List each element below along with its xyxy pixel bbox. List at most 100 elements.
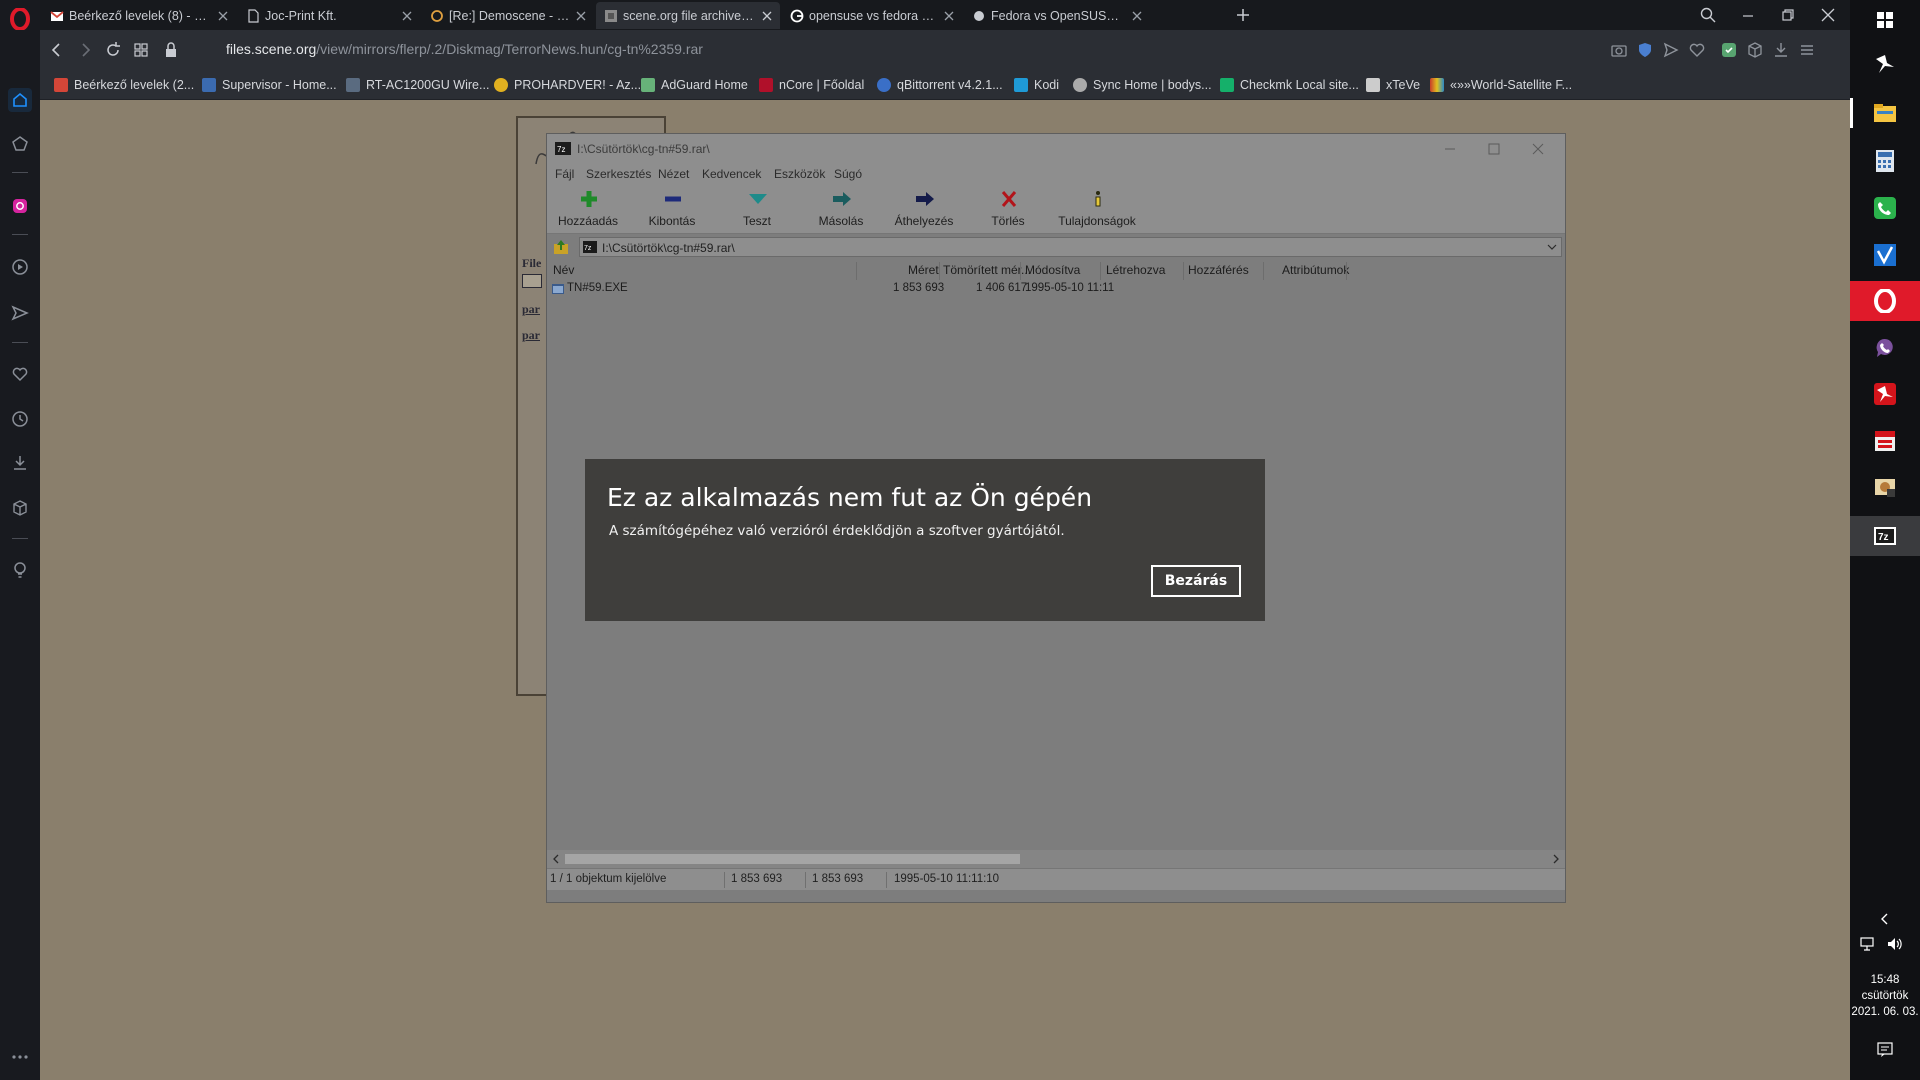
sevenzip-taskbar-icon[interactable]: 7z bbox=[1870, 521, 1900, 551]
extensions-icon[interactable] bbox=[8, 496, 32, 520]
menu-file[interactable]: Fájl bbox=[555, 167, 574, 181]
path-input[interactable]: 7z I:\Csütörtök\cg-tn#59.rar\ bbox=[579, 237, 1562, 257]
camera-icon[interactable] bbox=[1610, 41, 1628, 59]
tiles-icon[interactable] bbox=[132, 41, 150, 59]
opera-icon[interactable] bbox=[1870, 286, 1900, 316]
tab-scene-org[interactable]: scene.org file archive :: cg- bbox=[596, 2, 780, 29]
speed-dial-icon[interactable] bbox=[8, 88, 32, 112]
bookmark-heart-icon[interactable] bbox=[1688, 41, 1706, 59]
column-attributes[interactable]: Attribútumok bbox=[1282, 263, 1349, 277]
vnc-icon[interactable] bbox=[1870, 240, 1900, 270]
photo-app-icon[interactable] bbox=[1870, 472, 1900, 502]
forward-icon[interactable] bbox=[76, 41, 94, 59]
close-tab-icon[interactable] bbox=[1132, 11, 1142, 21]
bookmark-item[interactable]: nCore | Főoldal bbox=[759, 77, 864, 93]
bookmark-item[interactable]: «»»World-Satellite F... bbox=[1430, 77, 1572, 93]
menu-view[interactable]: Nézet bbox=[658, 167, 689, 181]
phone-app-icon[interactable] bbox=[1870, 193, 1900, 223]
bookmark-item[interactable]: Checkmk Local site... bbox=[1220, 77, 1359, 93]
close-tab-icon[interactable] bbox=[944, 11, 954, 21]
minimize-icon[interactable] bbox=[1443, 142, 1457, 156]
start-icon[interactable] bbox=[1870, 5, 1900, 35]
column-created[interactable]: Létrehozva bbox=[1106, 263, 1165, 277]
scroll-thumb[interactable] bbox=[565, 854, 1020, 864]
adguard-icon[interactable] bbox=[1720, 41, 1738, 59]
file-explorer-icon[interactable] bbox=[1850, 98, 1900, 128]
tab-gmail[interactable]: Beérkező levelek (8) - body bbox=[42, 2, 236, 29]
shield-icon[interactable] bbox=[1636, 41, 1654, 59]
volume-icon[interactable] bbox=[1886, 936, 1904, 952]
bookmark-item[interactable]: Beérkező levelek (2... bbox=[54, 77, 194, 93]
search-tabs-icon[interactable] bbox=[1700, 7, 1716, 23]
viber-icon[interactable] bbox=[1870, 332, 1900, 362]
close-window-icon[interactable] bbox=[1820, 7, 1836, 23]
test-button[interactable]: Teszt bbox=[717, 188, 797, 232]
reload-icon[interactable] bbox=[104, 41, 122, 59]
restore-icon[interactable] bbox=[1780, 7, 1796, 23]
sevenzip-titlebar[interactable]: 7z I:\Csütörtök\cg-tn#59.rar\ bbox=[547, 134, 1565, 164]
scroll-left-icon[interactable] bbox=[551, 854, 561, 864]
column-name[interactable]: Név bbox=[553, 263, 574, 277]
chevron-left-icon[interactable] bbox=[1878, 912, 1892, 926]
add-button[interactable]: Hozzáadás bbox=[548, 188, 628, 232]
close-tab-icon[interactable] bbox=[402, 11, 412, 21]
menu-help[interactable]: Súgó bbox=[834, 167, 862, 181]
send-icon[interactable] bbox=[1662, 41, 1680, 59]
tab-demoscene[interactable]: [Re:] Demoscene - Revision bbox=[422, 2, 594, 29]
bookmark-item[interactable]: Sync Home | bodys... bbox=[1073, 77, 1212, 93]
close-tab-icon[interactable] bbox=[218, 11, 228, 21]
clock-time[interactable]: 15:48 bbox=[1850, 974, 1920, 986]
tab-google-search[interactable]: opensuse vs fedora - Goog bbox=[782, 2, 962, 29]
folder-up-icon[interactable] bbox=[553, 239, 569, 255]
horizontal-scrollbar[interactable] bbox=[547, 850, 1565, 868]
close-tab-icon[interactable] bbox=[762, 11, 772, 21]
maximize-icon[interactable] bbox=[1487, 142, 1501, 156]
news-icon[interactable] bbox=[8, 132, 32, 156]
tab-joc-print[interactable]: Joc-Print Kft. bbox=[238, 2, 420, 29]
schedule-app-icon[interactable] bbox=[1870, 426, 1900, 456]
instagram-icon[interactable] bbox=[8, 194, 32, 218]
bookmark-item[interactable]: Supervisor - Home... bbox=[202, 77, 337, 93]
notification-icon[interactable] bbox=[1877, 1042, 1893, 1058]
downloads-icon[interactable] bbox=[8, 451, 32, 475]
minimize-icon[interactable] bbox=[1740, 7, 1756, 23]
more-icon[interactable] bbox=[10, 1052, 30, 1062]
url-field[interactable]: files.scene.org/view/mirrors/flerp/.2/Di… bbox=[226, 41, 703, 57]
delete-button[interactable]: Törlés bbox=[968, 188, 1048, 232]
new-tab-icon[interactable] bbox=[1234, 6, 1252, 24]
close-icon[interactable] bbox=[1531, 142, 1545, 156]
menu-tools[interactable]: Eszközök bbox=[774, 167, 825, 181]
calculator-icon[interactable] bbox=[1870, 146, 1900, 176]
history-icon[interactable] bbox=[8, 407, 32, 431]
lightbulb-icon[interactable] bbox=[8, 558, 32, 582]
chevron-down-icon[interactable] bbox=[1547, 243, 1557, 251]
column-accessed[interactable]: Hozzáférés bbox=[1188, 263, 1249, 277]
tab-fedora-opensuse[interactable]: Fedora vs OpenSUSE: Simil bbox=[964, 2, 1150, 29]
extract-button[interactable]: Kibontás bbox=[632, 188, 712, 232]
bookmark-item[interactable]: PROHARDVER! - Az... bbox=[494, 77, 641, 93]
properties-button[interactable]: Tulajdonságok bbox=[1052, 188, 1142, 232]
acrobat-icon[interactable] bbox=[1870, 49, 1900, 79]
close-tab-icon[interactable] bbox=[576, 11, 586, 21]
menu-favorites[interactable]: Kedvencek bbox=[702, 167, 761, 181]
lock-icon[interactable] bbox=[162, 41, 180, 59]
bookmark-item[interactable]: RT-AC1200GU Wire... bbox=[346, 77, 489, 93]
flow-icon[interactable] bbox=[8, 301, 32, 325]
adobe-reader-icon[interactable] bbox=[1870, 379, 1900, 409]
player-icon[interactable] bbox=[8, 255, 32, 279]
column-size[interactable]: Méret bbox=[908, 263, 939, 277]
bookmark-item[interactable]: AdGuard Home bbox=[641, 77, 748, 93]
move-button[interactable]: Áthelyezés bbox=[884, 188, 964, 232]
column-packed-size[interactable]: Tömörített mér... bbox=[943, 263, 1031, 277]
back-icon[interactable] bbox=[48, 41, 66, 59]
close-button[interactable]: Bezárás bbox=[1151, 565, 1241, 597]
cube-icon[interactable] bbox=[1746, 41, 1764, 59]
heart-icon[interactable] bbox=[8, 362, 32, 386]
download-icon[interactable] bbox=[1772, 41, 1790, 59]
clock-date[interactable]: 2021. 06. 03. bbox=[1850, 1006, 1920, 1018]
network-icon[interactable] bbox=[1860, 936, 1878, 952]
bookmark-item[interactable]: Kodi bbox=[1014, 77, 1059, 93]
clock-day[interactable]: csütörtök bbox=[1850, 990, 1920, 1002]
column-modified[interactable]: Módosítva bbox=[1025, 263, 1080, 277]
copy-button[interactable]: Másolás bbox=[801, 188, 881, 232]
